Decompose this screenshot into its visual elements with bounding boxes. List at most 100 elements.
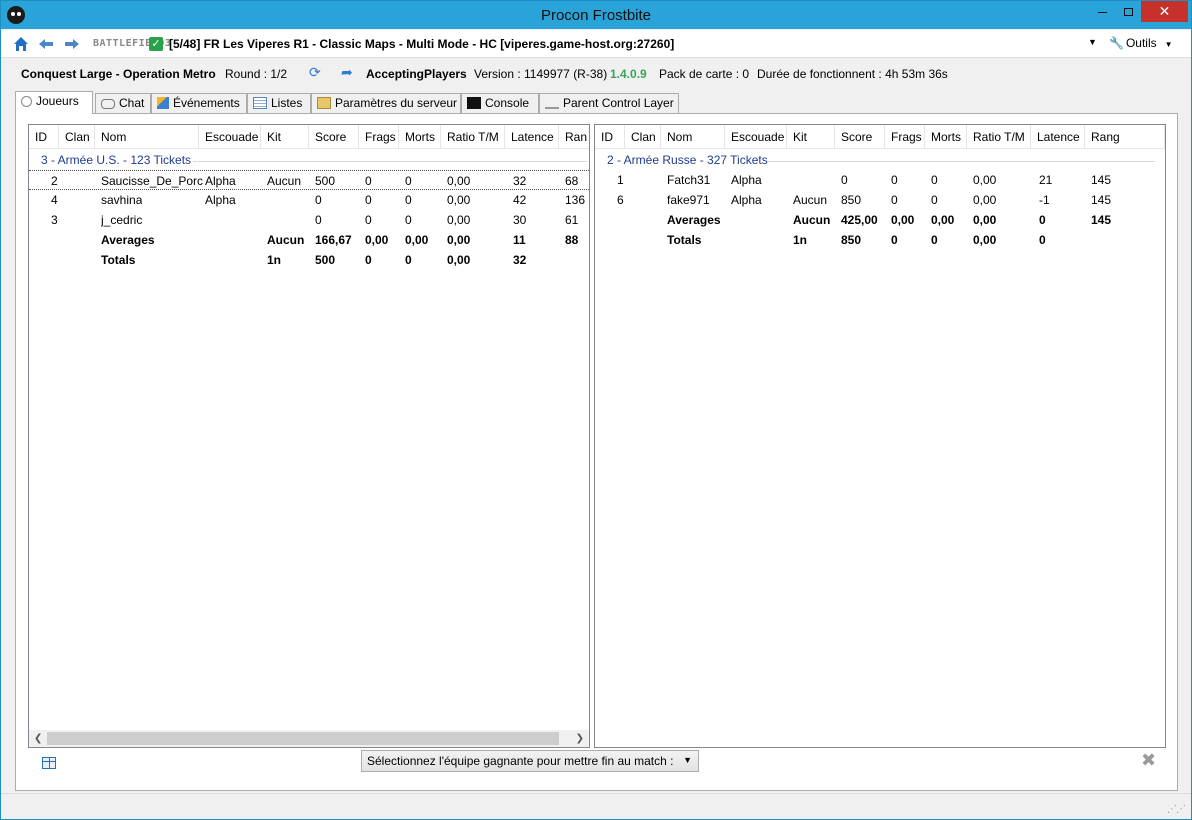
- tab-evenements[interactable]: Événements: [151, 93, 247, 113]
- tab-chat[interactable]: Chat: [95, 93, 151, 113]
- team-russia-list[interactable]: ID Clan Nom Escouade Kit Score Frags Mor…: [594, 124, 1166, 748]
- status-bar: ⋰⋰: [1, 793, 1191, 819]
- totals-frags: 0: [365, 253, 372, 267]
- averages-latency: 0: [1039, 213, 1046, 227]
- col-frags[interactable]: Frags: [359, 125, 399, 149]
- player-name: savhina: [101, 193, 143, 207]
- player-rank: 145: [1091, 193, 1112, 207]
- col-id[interactable]: ID: [29, 125, 59, 149]
- col-id[interactable]: ID: [595, 125, 625, 149]
- team-group-header[interactable]: 3 - Armée U.S. - 123 Tickets: [41, 153, 191, 167]
- procon-version: 1.4.0.9: [610, 67, 647, 81]
- player-name: Saucisse_De_Porc: [101, 174, 204, 188]
- player-name: Fatch31: [667, 173, 711, 187]
- server-info-bar: Conquest Large - Operation Metro Round :…: [1, 59, 1191, 87]
- table-row[interactable]: 6 fake971 Alpha Aucun 850 0 0 0,00 -1 14…: [595, 190, 1165, 210]
- col-frags[interactable]: Frags: [885, 125, 925, 149]
- player-ratio: 0,00: [973, 173, 997, 187]
- col-score[interactable]: Score: [835, 125, 885, 149]
- col-kit[interactable]: Kit: [261, 125, 309, 149]
- averages-ratio: 0,00: [973, 213, 997, 227]
- col-latency[interactable]: Latence: [1031, 125, 1085, 149]
- averages-label: Averages: [101, 233, 155, 247]
- col-kit[interactable]: Kit: [787, 125, 835, 149]
- player-id: 4: [51, 193, 58, 207]
- winning-team-select[interactable]: Sélectionnez l'équipe gagnante pour mett…: [361, 750, 699, 772]
- table-row[interactable]: 4 savhina Alpha 0 0 0 0,00 42 136: [29, 190, 589, 210]
- player-score: 500: [315, 174, 336, 188]
- back-arrow-icon[interactable]: [38, 36, 54, 52]
- player-latency: -1: [1039, 193, 1050, 207]
- player-deaths: 0: [931, 193, 938, 207]
- col-rank[interactable]: Ran: [559, 125, 589, 149]
- layer-icon: [545, 101, 559, 109]
- averages-label: Averages: [667, 213, 721, 227]
- team-us-list[interactable]: ID Clan Nom Escouade Kit Score Frags Mor…: [28, 124, 590, 748]
- home-icon[interactable]: [13, 36, 29, 52]
- window-title: Procon Frostbite: [540, 7, 652, 24]
- col-deaths[interactable]: Morts: [399, 125, 441, 149]
- totals-label: Totals: [101, 253, 136, 267]
- tab-joueurs[interactable]: Joueurs: [15, 91, 93, 114]
- col-deaths[interactable]: Morts: [925, 125, 967, 149]
- player-deaths: 0: [405, 213, 412, 227]
- col-clan[interactable]: Clan: [59, 125, 95, 149]
- col-clan[interactable]: Clan: [625, 125, 661, 149]
- uptime: Durée de fonctionnent : 4h 53m 36s: [757, 67, 948, 81]
- table-row[interactable]: 2 Saucisse_De_Porc Alpha Aucun 500 0 0 0…: [29, 170, 589, 190]
- totals-label: Totals: [667, 233, 702, 247]
- tab-label: Listes: [271, 96, 303, 110]
- maximize-icon: [1123, 8, 1133, 16]
- maximize-button[interactable]: [1115, 1, 1141, 22]
- settings-icon: [317, 97, 331, 109]
- player-id: 1: [617, 173, 624, 187]
- layout-toggle-icon[interactable]: [42, 757, 56, 769]
- table-row[interactable]: 3 j_cedric 0 0 0 0,00 30 61: [29, 210, 589, 230]
- col-score[interactable]: Score: [309, 125, 359, 149]
- averages-latency: 11: [513, 233, 526, 247]
- server-dropdown-arrow-icon[interactable]: ▼: [1088, 37, 1097, 47]
- horizontal-scrollbar[interactable]: ❮ ❯: [29, 730, 589, 747]
- player-squad: Alpha: [205, 174, 236, 188]
- col-rank[interactable]: Rang: [1085, 125, 1165, 149]
- table-row[interactable]: 1 Fatch31 Alpha 0 0 0 0,00 21 145: [595, 170, 1165, 190]
- scrollbar-thumb[interactable]: [47, 732, 559, 745]
- chat-icon: [101, 99, 115, 109]
- col-squad[interactable]: Escouade: [199, 125, 261, 149]
- totals-ratio: 0,00: [447, 253, 471, 267]
- averages-deaths: 0,00: [405, 233, 429, 247]
- tab-console[interactable]: Console: [461, 93, 539, 113]
- totals-deaths: 0: [931, 233, 938, 247]
- player-ratio: 0,00: [447, 193, 471, 207]
- scroll-right-icon[interactable]: ❯: [576, 730, 584, 747]
- tab-parametres-serveur[interactable]: Paramètres du serveur: [311, 93, 461, 113]
- col-latency[interactable]: Latence: [505, 125, 559, 149]
- scroll-left-icon[interactable]: ❮: [34, 730, 42, 747]
- forward-arrow-icon[interactable]: [64, 36, 80, 52]
- group-divider: [193, 161, 587, 162]
- minimize-button[interactable]: [1089, 1, 1115, 22]
- close-button[interactable]: ✕: [1141, 1, 1188, 22]
- tab-label: Console: [485, 96, 530, 110]
- col-ratio[interactable]: Ratio T/M: [967, 125, 1031, 149]
- server-name[interactable]: [5/48] FR Les Viperes R1 - Classic Maps …: [169, 37, 674, 51]
- col-name[interactable]: Nom: [95, 125, 199, 149]
- app-window: Procon Frostbite ✕ BATTLEFIELD3 ✓ [5/48]…: [0, 0, 1192, 820]
- col-squad[interactable]: Escouade: [725, 125, 787, 149]
- col-ratio[interactable]: Ratio T/M: [441, 125, 505, 149]
- tools-menu[interactable]: 🔧 Outils ▼: [1109, 36, 1173, 50]
- server-state: AcceptingPlayers: [366, 67, 467, 81]
- tab-listes[interactable]: Listes: [247, 93, 311, 113]
- tab-label: Chat: [119, 96, 145, 110]
- refresh-icon[interactable]: ⟳: [309, 64, 321, 81]
- title-bar[interactable]: Procon Frostbite ✕: [1, 1, 1191, 29]
- tab-parent-control-layer[interactable]: Parent Control Layer: [539, 93, 679, 113]
- team-group-header[interactable]: 2 - Armée Russe - 327 Tickets: [607, 153, 768, 167]
- player-frags: 0: [365, 213, 372, 227]
- resize-grip-icon[interactable]: ⋰⋰: [1167, 804, 1186, 815]
- group-divider: [767, 161, 1155, 162]
- col-name[interactable]: Nom: [661, 125, 725, 149]
- averages-rank: 88: [565, 233, 579, 247]
- player-rank: 136: [565, 193, 586, 207]
- dismiss-icon[interactable]: ✖: [1141, 750, 1156, 771]
